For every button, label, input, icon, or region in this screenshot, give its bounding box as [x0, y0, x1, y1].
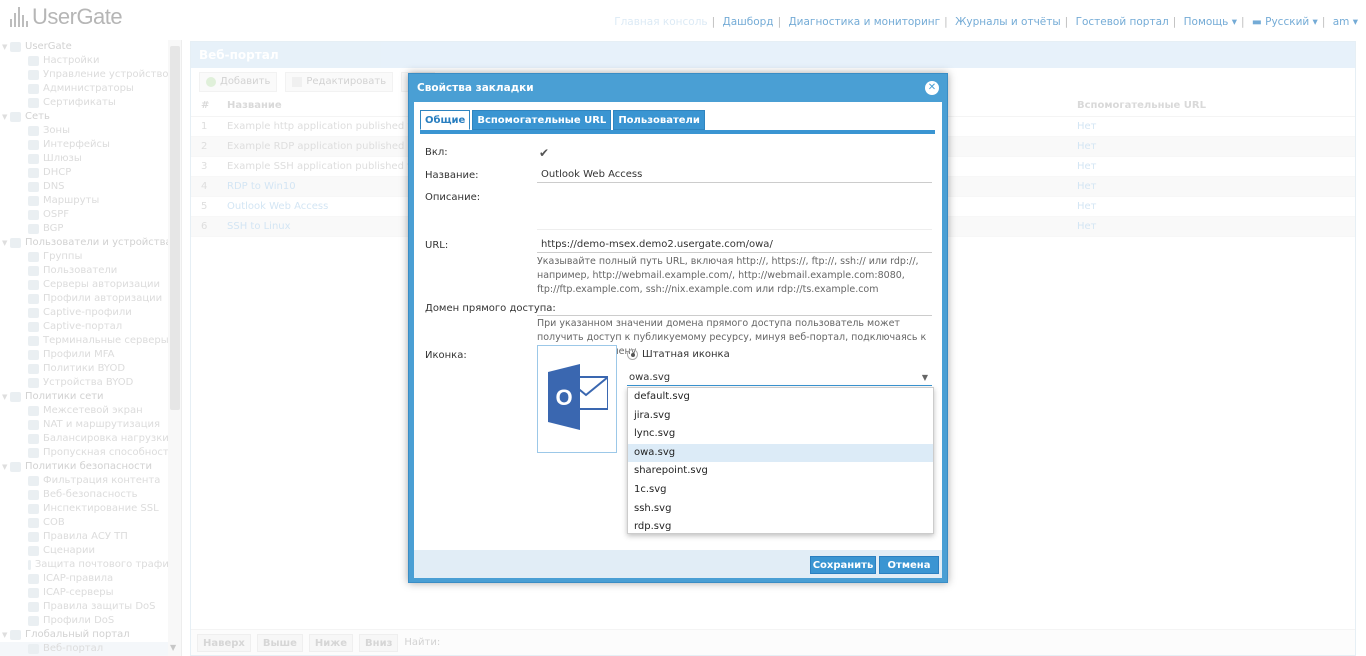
icon-select[interactable]: owa.svg ▼: [627, 370, 932, 386]
close-icon[interactable]: ✕: [925, 81, 939, 95]
bookmark-properties-dialog: Свойства закладки ✕ Общие Вспомогательны…: [408, 73, 948, 583]
icon-option[interactable]: sharepoint.svg: [628, 462, 933, 481]
url-help-text: Указывайте полный путь URL, включая http…: [537, 256, 919, 295]
standard-icon-radio[interactable]: Штатная иконка: [627, 349, 730, 360]
name-field[interactable]: [537, 167, 932, 183]
svg-text:O: O: [555, 385, 572, 410]
enabled-label: Вкл:: [425, 147, 448, 158]
url-field[interactable]: [537, 237, 932, 253]
icon-preview: O: [537, 345, 617, 453]
tab-underline: [420, 130, 935, 134]
icon-option[interactable]: lync.svg: [628, 425, 933, 444]
description-field[interactable]: [537, 190, 932, 230]
icon-option[interactable]: default.svg: [628, 388, 933, 407]
dialog-title-bar: Свойства закладки ✕: [409, 74, 947, 102]
dialog-title: Свойства закладки: [417, 82, 534, 94]
icon-option[interactable]: rdp.svg: [628, 518, 933, 537]
icon-dropdown-list: default.svg jira.svg lync.svg owa.svg sharep…: [627, 387, 934, 534]
icon-label: Иконка:: [425, 350, 467, 361]
icon-option[interactable]: ssh.svg: [628, 500, 933, 519]
dialog-body: Общие Вспомогательные URL Пользователи В…: [414, 102, 942, 550]
tab-general[interactable]: Общие: [420, 110, 471, 130]
save-button[interactable]: Сохранить: [810, 556, 876, 574]
tab-aux-urls[interactable]: Вспомогательные URL: [472, 110, 612, 130]
chevron-down-icon: ▼: [921, 373, 928, 382]
radio-selected-icon: [627, 349, 638, 360]
dialog-footer: Сохранить Отмена: [414, 550, 942, 578]
cancel-button[interactable]: Отмена: [879, 556, 939, 574]
outlook-icon: O: [548, 364, 608, 430]
enabled-checkbox[interactable]: ✔: [539, 147, 551, 159]
icon-option[interactable]: owa.svg: [628, 443, 933, 463]
icon-option[interactable]: jira.svg: [628, 407, 933, 426]
description-label: Описание:: [425, 192, 481, 203]
icon-option[interactable]: 1c.svg: [628, 481, 933, 500]
url-label: URL:: [425, 240, 449, 251]
tab-users[interactable]: Пользователи: [613, 110, 705, 130]
direct-domain-field[interactable]: [537, 300, 932, 316]
name-label: Название:: [425, 170, 479, 181]
dialog-tabs: Общие Вспомогательные URL Пользователи: [420, 110, 705, 130]
